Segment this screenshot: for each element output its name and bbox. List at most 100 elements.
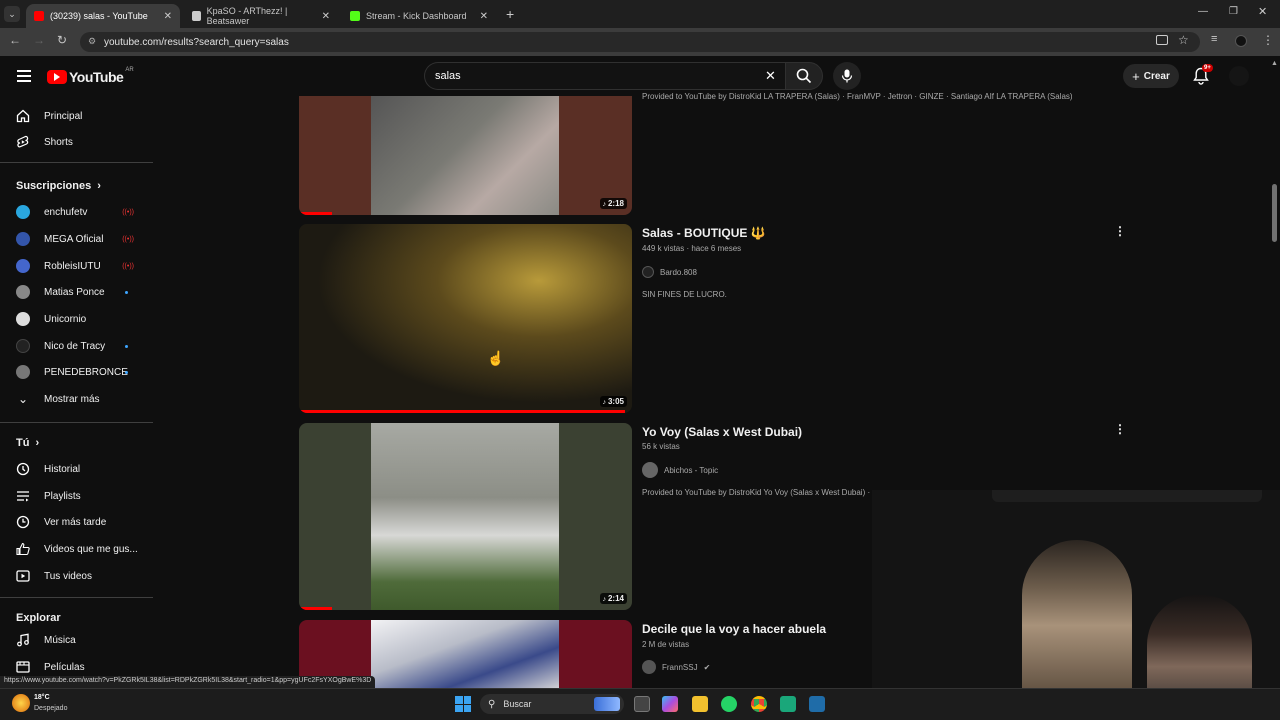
channel-link[interactable]: FrannSSJ ✔ bbox=[642, 660, 710, 674]
close-tab-icon[interactable]: ✕ bbox=[480, 11, 488, 22]
reload-icon[interactable]: ↻ bbox=[57, 33, 67, 47]
duration-badge: ♪ 2:14 bbox=[599, 593, 627, 604]
sidebar-item-label: Tus videos bbox=[44, 570, 92, 582]
sidebar-divider bbox=[0, 597, 153, 598]
create-label: Crear bbox=[1143, 70, 1170, 82]
sidebar-item-playlists[interactable]: Playlists bbox=[8, 483, 148, 509]
more-options-icon[interactable]: ⋮ bbox=[1114, 224, 1126, 238]
sidebar-item-nico-de-tracy[interactable]: Nico de Tracy bbox=[8, 333, 148, 359]
sidebar-item-label: Principal bbox=[44, 110, 83, 122]
maximize-icon[interactable]: ❐ bbox=[1229, 6, 1238, 17]
bookmark-star-icon[interactable]: ☆ bbox=[1178, 33, 1189, 47]
verified-icon: ✔ bbox=[703, 662, 711, 672]
sidebar-item-penedebronce[interactable]: PENEDEBRONCE bbox=[8, 359, 148, 385]
clear-search-icon[interactable]: ✕ bbox=[765, 68, 776, 84]
sidebar-item-label: RobleisIUTU bbox=[44, 260, 101, 272]
file-explorer-icon[interactable] bbox=[692, 696, 708, 712]
video-thumbnail[interactable]: ♪ 2:14 bbox=[299, 423, 632, 610]
duration-badge: ♪ 3:05 bbox=[599, 396, 627, 407]
search-input[interactable]: salas ✕ bbox=[424, 62, 785, 90]
sidebar-item-mega-oficial[interactable]: MEGA Oficial ((•)) bbox=[8, 226, 148, 252]
sidebar-show-more[interactable]: ⌄ Mostrar más bbox=[8, 386, 148, 412]
taskbar-search[interactable]: ⚲ Buscar bbox=[480, 694, 624, 714]
copilot-icon[interactable] bbox=[662, 696, 678, 712]
video-meta: 2 M de vistas bbox=[642, 640, 690, 649]
tab-search-dropdown-icon[interactable]: ⌄ bbox=[4, 6, 20, 22]
minimize-icon[interactable]: — bbox=[1198, 6, 1208, 17]
media-controls-icon[interactable]: ≡ bbox=[1211, 33, 1217, 45]
voice-search-button[interactable] bbox=[833, 62, 861, 90]
forward-icon[interactable]: → bbox=[33, 33, 45, 47]
search-icon bbox=[796, 68, 812, 84]
chrome-icon[interactable] bbox=[751, 696, 767, 712]
sidebar-item-label: Matias Ponce bbox=[44, 286, 105, 298]
sidebar-item-label: enchufetv bbox=[44, 206, 88, 218]
scroll-up-icon[interactable]: ▲ bbox=[1271, 60, 1278, 67]
sidebar-item-musica[interactable]: Música bbox=[8, 627, 148, 653]
channel-link[interactable]: Bardo.808 bbox=[642, 266, 697, 278]
page-scrollbar[interactable] bbox=[1272, 184, 1277, 242]
video-meta: 449 k vistas · hace 6 meses bbox=[642, 244, 742, 253]
subscriptions-heading[interactable]: Suscripciones › bbox=[16, 180, 101, 192]
app-icon[interactable] bbox=[809, 696, 825, 712]
channel-link[interactable]: Abichos - Topic bbox=[642, 462, 718, 478]
status-url: https://www.youtube.com/watch?v=PkZGRk5I… bbox=[4, 677, 372, 684]
browser-menu-icon[interactable]: ⋮ bbox=[1262, 33, 1274, 47]
address-bar[interactable]: ⚙ youtube.com/results?search_query=salas bbox=[80, 32, 1200, 52]
channel-avatar bbox=[642, 660, 656, 674]
like-icon bbox=[16, 542, 30, 556]
notifications-button[interactable]: 9+ bbox=[1193, 64, 1213, 90]
plus-icon: + bbox=[1132, 68, 1140, 84]
video-title[interactable]: Decile que la voy a hacer abuela bbox=[642, 622, 826, 636]
video-thumbnail[interactable]: ♪ 3:05 bbox=[299, 224, 632, 413]
sidebar-item-principal[interactable]: Principal bbox=[8, 103, 148, 129]
link-status-bar: https://www.youtube.com/watch?v=PkZGRk5I… bbox=[0, 676, 376, 688]
video-title[interactable]: Salas - BOUTIQUE 🔱 bbox=[642, 226, 766, 240]
sidebar-item-shorts[interactable]: Shorts bbox=[8, 129, 148, 155]
site-info-icon[interactable]: ⚙ bbox=[88, 36, 96, 47]
tab-beatsawer[interactable]: KpaSO - ARThezz! | Beatsawer ✕ bbox=[184, 4, 338, 28]
weather-temp: 18°C bbox=[34, 694, 50, 701]
sidebar-item-matias-ponce[interactable]: Matias Ponce bbox=[8, 279, 148, 305]
hamburger-menu-icon[interactable] bbox=[17, 70, 31, 82]
sidebar-item-ver-mas-tarde[interactable]: Ver más tarde bbox=[8, 509, 148, 535]
microphone-icon bbox=[841, 69, 853, 83]
video-thumbnail[interactable]: ♪ 2:18 bbox=[299, 96, 632, 215]
more-options-icon[interactable]: ⋮ bbox=[1114, 422, 1126, 436]
whatsapp-icon[interactable] bbox=[721, 696, 737, 712]
task-view-icon[interactable] bbox=[634, 696, 650, 712]
new-tab-icon[interactable]: + bbox=[506, 6, 514, 22]
weather-icon[interactable] bbox=[12, 694, 30, 712]
close-tab-icon[interactable]: ✕ bbox=[164, 11, 172, 22]
sidebar-item-unicornio[interactable]: Unicornio bbox=[8, 306, 148, 332]
new-content-dot bbox=[125, 370, 128, 374]
hand-cursor-icon: ☝ bbox=[487, 350, 505, 366]
new-content-dot bbox=[125, 290, 128, 294]
tab-kick[interactable]: Stream - Kick Dashboard ✕ bbox=[342, 4, 496, 28]
search-button[interactable] bbox=[785, 62, 823, 90]
video-title[interactable]: Yo Voy (Salas x West Dubai) bbox=[642, 425, 802, 439]
video-description: SIN FINES DE LUCRO. bbox=[642, 290, 727, 299]
sidebar-item-label: Mostrar más bbox=[44, 393, 100, 405]
watch-progress-bar bbox=[299, 212, 333, 215]
app-icon[interactable] bbox=[780, 696, 796, 712]
sidebar-item-robleisiutu[interactable]: RobleisIUTU ((•)) bbox=[8, 253, 148, 279]
windows-start-icon[interactable] bbox=[455, 696, 471, 712]
youtube-logo[interactable]: YouTube AR bbox=[47, 67, 134, 85]
profile-avatar[interactable] bbox=[1235, 35, 1247, 47]
install-app-icon[interactable] bbox=[1156, 35, 1168, 45]
tab-youtube[interactable]: (30239) salas - YouTube ✕ bbox=[26, 4, 180, 28]
sidebar-item-historial[interactable]: Historial bbox=[8, 456, 148, 482]
thumbnail-image bbox=[371, 423, 559, 610]
sidebar-item-liked-videos[interactable]: Videos que me gus... bbox=[8, 536, 148, 562]
thumbnail-image bbox=[299, 224, 632, 413]
create-button[interactable]: + Crear bbox=[1123, 64, 1179, 88]
close-tab-icon[interactable]: ✕ bbox=[322, 11, 330, 22]
webcam-background bbox=[992, 490, 1262, 502]
sidebar-item-enchufetv[interactable]: enchufetv ((•)) bbox=[8, 199, 148, 225]
you-heading[interactable]: Tú › bbox=[16, 437, 39, 449]
account-avatar[interactable] bbox=[1229, 66, 1249, 86]
sidebar-item-tus-videos[interactable]: Tus videos bbox=[8, 563, 148, 589]
back-icon[interactable]: ← bbox=[9, 33, 21, 47]
close-window-icon[interactable]: ✕ bbox=[1258, 5, 1267, 18]
